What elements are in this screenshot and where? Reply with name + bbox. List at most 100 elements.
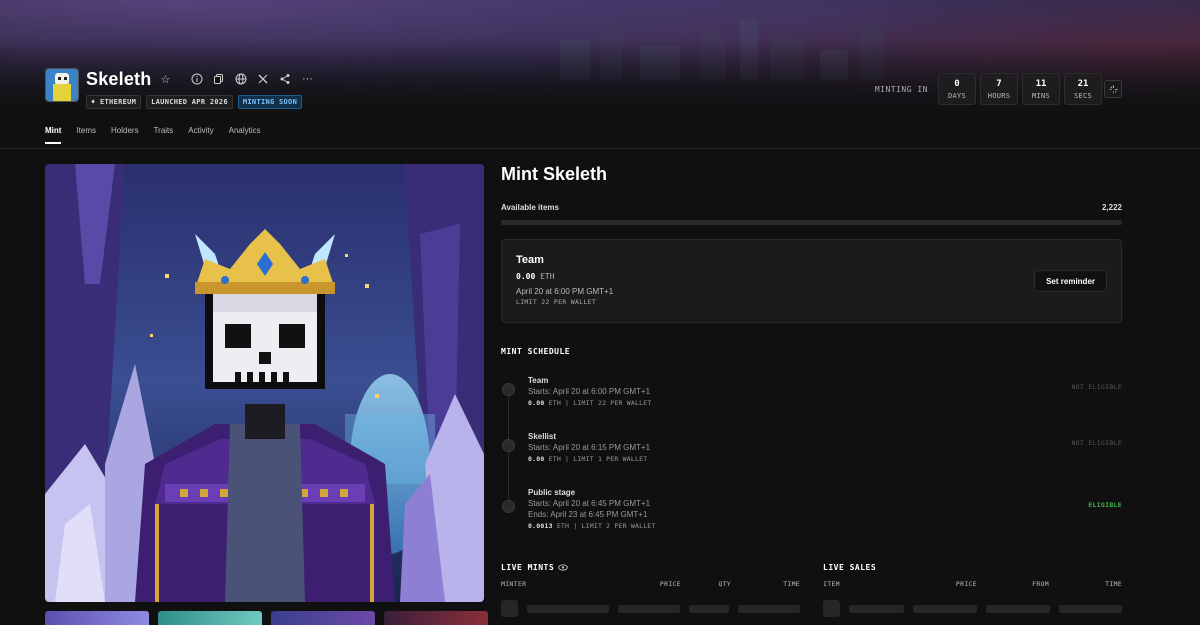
column-header: PRICE	[659, 580, 681, 588]
set-reminder-button[interactable]: Set reminder	[1034, 270, 1107, 292]
stage-price: 0.00 ETH	[516, 272, 1107, 281]
current-stage-card: Team 0.00 ETH April 20 at 6:00 PM GMT+1 …	[501, 239, 1122, 323]
column-header: PRICE	[955, 580, 977, 588]
schedule-start: Starts: April 20 at 6:15 PM GMT+1	[528, 443, 651, 452]
countdown-unit: MINS	[1031, 91, 1051, 100]
loading-row	[823, 600, 1123, 617]
available-items-label: Available items	[501, 203, 559, 212]
column-header: TIME	[1105, 580, 1122, 588]
schedule-meta: 0.00 ETH | LIMIT 1 PER WALLET	[528, 455, 1122, 463]
available-progress-bar	[501, 220, 1122, 225]
collection-avatar	[45, 68, 79, 102]
countdown-days: 0 DAYS	[938, 73, 976, 105]
tabs-divider	[0, 148, 1200, 149]
eye-icon[interactable]	[558, 564, 568, 571]
share-icon[interactable]	[274, 68, 296, 90]
live-sales-section: LIVE SALES ITEM PRICE FROM TIME	[823, 563, 1123, 617]
countdown-value: 7	[996, 78, 1002, 89]
more-icon[interactable]: ···	[296, 68, 318, 90]
status-badge: MINTING SOON	[237, 95, 303, 109]
launched-badge: LAUNCHED APR 2026	[146, 95, 233, 109]
countdown-unit: DAYS	[947, 91, 967, 100]
collection-header: Skeleth ☆ ··· ♦ ETHEREUM LAUNCHED APR 20…	[45, 68, 318, 109]
nft-artwork[interactable]	[45, 164, 484, 602]
stage-price-unit: ETH	[540, 272, 555, 281]
tab-holders[interactable]: Holders	[111, 126, 139, 144]
schedule-meta: 0.0013 ETH | LIMIT 2 PER WALLET	[528, 522, 1122, 530]
tab-items[interactable]: Items	[76, 126, 96, 144]
schedule-price: 0.0013	[528, 522, 553, 530]
schedule-limit: ETH | LIMIT 22 PER WALLET	[548, 399, 652, 407]
mint-countdown: MINTING IN 0 DAYS 7 HOURS 11 MINS 21 SEC…	[875, 73, 1102, 105]
schedule-start: Starts: April 20 at 6:00 PM GMT+1	[528, 387, 651, 396]
schedule-meta: 0.00 ETH | LIMIT 22 PER WALLET	[528, 399, 1122, 407]
refresh-button[interactable]	[1104, 80, 1122, 98]
eligibility-status: ELIGIBLE	[1088, 501, 1122, 509]
countdown-unit: SECS	[1073, 91, 1093, 100]
schedule-name: Public stage	[528, 488, 576, 497]
available-items-row: Available items 2,222	[501, 203, 1122, 212]
available-items-value: 2,222	[1101, 203, 1122, 212]
eligibility-status: NOT ELIGIBLE	[1071, 439, 1122, 447]
thumbnail[interactable]	[158, 611, 262, 625]
live-sales-columns: ITEM PRICE FROM TIME	[823, 580, 1122, 588]
mint-title: Mint Skeleth	[501, 164, 608, 184]
column-header: ITEM	[823, 580, 840, 588]
countdown-label: MINTING IN	[874, 84, 928, 94]
live-sales-title: LIVE SALES	[823, 563, 877, 572]
live-mints-section: LIVE MINTS MINTER PRICE QTY TIME	[501, 563, 800, 617]
star-icon[interactable]: ☆	[154, 68, 176, 90]
artwork-thumbnails	[45, 611, 488, 625]
tab-mint[interactable]: Mint	[45, 126, 62, 144]
schedule-item-skellist: Skellist Starts: April 20 at 6:15 PM GMT…	[501, 432, 1122, 488]
stage-price-value: 0.00	[516, 272, 536, 281]
stage-date: April 20 at 6:00 PM GMT+1	[516, 287, 614, 296]
countdown-mins: 11 MINS	[1022, 73, 1060, 105]
collection-name: Skeleth	[86, 68, 152, 89]
mint-schedule: Team Starts: April 20 at 6:00 PM GMT+1 0…	[501, 376, 1122, 530]
mint-schedule-label: MINT SCHEDULE	[501, 347, 571, 356]
stage-limit: LIMIT 22 PER WALLET	[516, 298, 597, 306]
timeline-dot	[502, 500, 515, 513]
schedule-end: Ends: April 23 at 6:45 PM GMT+1	[528, 510, 648, 519]
thumbnail[interactable]	[45, 611, 149, 625]
schedule-limit: ETH | LIMIT 2 PER WALLET	[556, 522, 656, 530]
x-social-icon[interactable]	[252, 68, 274, 90]
schedule-price: 0.00	[528, 399, 545, 407]
timeline-dot	[502, 383, 515, 396]
timeline-dot	[502, 439, 515, 452]
schedule-item-public: Public stage Starts: April 20 at 6:45 PM…	[501, 488, 1122, 530]
schedule-price: 0.00	[528, 455, 545, 463]
live-mints-columns: MINTER PRICE QTY TIME	[501, 580, 800, 588]
eligibility-status: NOT ELIGIBLE	[1071, 383, 1122, 391]
countdown-hours: 7 HOURS	[980, 73, 1018, 105]
globe-icon[interactable]	[230, 68, 252, 90]
stage-name: Team	[516, 254, 544, 266]
tab-analytics[interactable]: Analytics	[229, 126, 261, 144]
countdown-value: 0	[954, 78, 960, 89]
loading-row	[501, 600, 800, 617]
collection-tabs: Mint Items Holders Traits Activity Analy…	[45, 126, 261, 144]
mint-panel: Mint Skeleth Available items 2,222 Team …	[501, 164, 1122, 530]
tab-traits[interactable]: Traits	[154, 126, 174, 144]
schedule-name: Team	[528, 376, 549, 385]
thumbnail[interactable]	[384, 611, 488, 625]
column-header: TIME	[783, 580, 800, 588]
thumbnail[interactable]	[271, 611, 375, 625]
column-header: QTY	[718, 580, 731, 588]
schedule-start: Starts: April 20 at 6:45 PM GMT+1	[528, 499, 651, 508]
schedule-item-team: Team Starts: April 20 at 6:00 PM GMT+1 0…	[501, 376, 1122, 432]
countdown-secs: 21 SECS	[1064, 73, 1102, 105]
column-header: MINTER	[501, 580, 527, 588]
schedule-limit: ETH | LIMIT 1 PER WALLET	[548, 455, 648, 463]
info-icon[interactable]	[186, 68, 208, 90]
spinner-icon	[1108, 84, 1118, 94]
tab-activity[interactable]: Activity	[188, 126, 213, 144]
copy-icon[interactable]	[208, 68, 230, 90]
countdown-unit: HOURS	[987, 91, 1011, 100]
schedule-name: Skellist	[528, 432, 557, 441]
countdown-value: 21	[1077, 78, 1089, 89]
chain-badge: ♦ ETHEREUM	[86, 95, 142, 109]
countdown-value: 11	[1035, 78, 1047, 89]
live-mints-title: LIVE MINTS	[501, 563, 555, 572]
